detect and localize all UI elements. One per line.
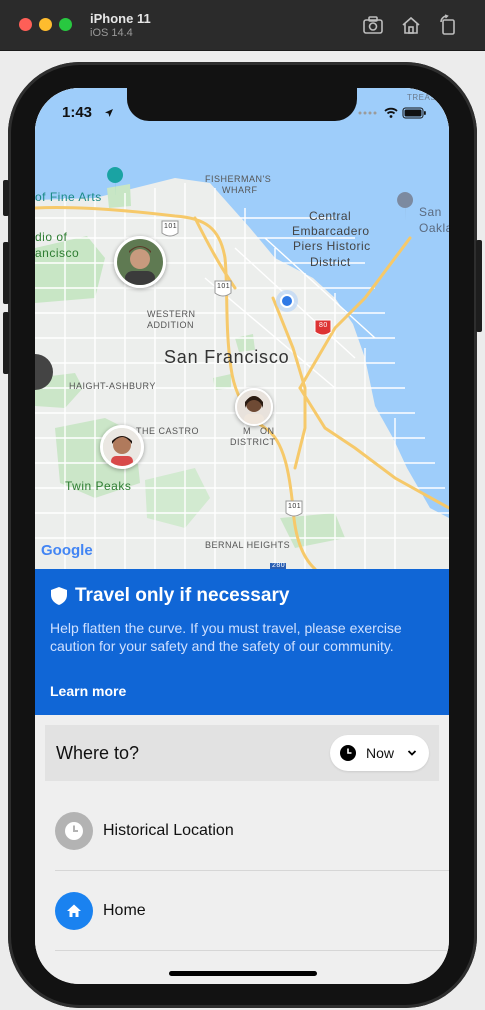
saved-location-home[interactable]: Home [55, 871, 449, 951]
phone-screen: of Fine Arts dio of ancisco FISHERMAN'S … [35, 88, 449, 984]
schedule-time-button[interactable]: Now [330, 735, 429, 771]
map-label-fine-arts: of Fine Arts [35, 190, 102, 204]
row-divider [55, 950, 449, 951]
map-label-central-1: Central [309, 209, 352, 223]
shield-icon [51, 587, 67, 605]
status-indicators [357, 106, 427, 120]
map-label-oakla: Oakla [419, 221, 449, 235]
driver-avatar-3[interactable] [100, 425, 144, 469]
driver-avatar-2[interactable] [235, 388, 273, 426]
notch [127, 88, 357, 121]
status-time: 1:43 [62, 104, 93, 121]
map-label-central-4: District [310, 255, 351, 269]
home-indicator[interactable] [169, 971, 317, 976]
map-label-western-1: WESTERN [147, 309, 196, 319]
close-window-button[interactable] [19, 18, 32, 31]
simulator-titlebar: iPhone 11 iOS 14.4 [0, 0, 485, 51]
map-label-treas: TREAS [407, 93, 437, 102]
banner-body: Help flatten the curve. If you must trav… [50, 620, 402, 654]
map-graphic [35, 88, 449, 569]
highway-80-label: 80 [319, 322, 328, 329]
clock-icon [340, 745, 356, 761]
rotate-icon[interactable] [437, 14, 459, 36]
where-to-search[interactable]: Where to? Now [45, 725, 439, 781]
map-label-palace-2: ancisco [35, 246, 80, 260]
travel-advisory-banner: Travel only if necessary Help flatten th… [35, 569, 449, 715]
map-label-mission-1: M ON [243, 426, 275, 436]
learn-more-link[interactable]: Learn more [50, 683, 126, 699]
volume-up-button [3, 242, 9, 304]
chevron-down-icon [407, 750, 417, 756]
driver-avatar-1[interactable] [114, 236, 166, 288]
map-label-central-2: Embarcadero [292, 224, 370, 238]
signal-wifi-battery-icon [358, 107, 426, 119]
where-to-label: Where to? [56, 743, 140, 763]
highway-280-label: 280 [272, 562, 286, 569]
map-label-haight: HAIGHT-ASHBURY [69, 381, 156, 391]
minimize-window-button[interactable] [39, 18, 52, 31]
location-label: Home [103, 902, 146, 919]
highway-101-label-a: 101 [164, 223, 178, 230]
highway-101-label-c: 101 [288, 503, 302, 510]
map-view[interactable]: of Fine Arts dio of ancisco FISHERMAN'S … [35, 88, 449, 569]
clock-icon [55, 812, 93, 850]
destination-sheet: Where to? Now Historical Location Home [35, 715, 449, 984]
map-label-san: San [419, 205, 442, 219]
highway-101-label-b: 101 [217, 283, 231, 290]
volume-down-button [3, 312, 9, 374]
power-button [476, 240, 482, 332]
home-icon [55, 892, 93, 930]
banner-title: Travel only if necessary [75, 585, 290, 606]
map-label-castro: THE CASTRO [136, 426, 200, 436]
map-label-bernal: BERNAL HEIGHTS [205, 540, 291, 550]
map-label-fishermans-2: WHARF [222, 185, 258, 195]
mute-switch [3, 180, 9, 216]
location-arrow-icon [105, 109, 113, 117]
google-logo: Google [41, 542, 93, 559]
map-label-central-3: Piers Historic [293, 239, 371, 253]
device-name: iPhone 11 [90, 11, 151, 26]
map-label-twin-peaks: Twin Peaks [65, 479, 132, 493]
location-label: Historical Location [103, 822, 234, 839]
map-label-city: San Francisco [164, 347, 290, 367]
os-version: iOS 14.4 [90, 27, 133, 39]
map-label-mission-2: DISTRICT [230, 437, 276, 447]
home-icon[interactable] [400, 14, 422, 36]
schedule-time-label: Now [366, 745, 395, 761]
zoom-window-button[interactable] [59, 18, 72, 31]
map-label-palace-1: dio of [35, 230, 68, 244]
saved-location-historical[interactable]: Historical Location [55, 791, 449, 871]
screenshot-icon[interactable] [362, 14, 384, 36]
map-label-fishermans-1: FISHERMAN'S [205, 174, 272, 184]
map-label-western-2: ADDITION [147, 320, 195, 330]
